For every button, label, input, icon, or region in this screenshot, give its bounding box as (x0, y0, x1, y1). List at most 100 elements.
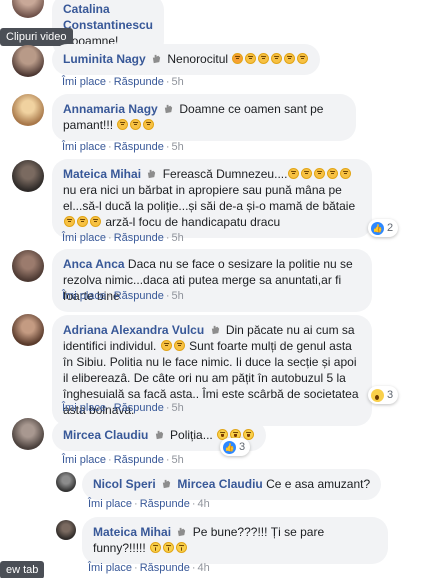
like-link[interactable]: Îmi place (62, 76, 106, 88)
reply-time[interactable]: 4h (198, 562, 210, 574)
reply-link[interactable]: Răspunde (140, 498, 190, 510)
reply-link[interactable]: Răspunde (114, 232, 164, 244)
reply-time[interactable]: 4h (198, 498, 210, 510)
astonished-face-icon (176, 542, 188, 553)
comment-actions: Îmi place · Răspunde · 5h (62, 76, 184, 88)
angry-face-icon (301, 168, 313, 179)
comment-bubble: Annamaria Nagy Doamne ce oamen sant pe p… (52, 94, 356, 141)
thumbs-up-icon: 👍 (371, 221, 384, 235)
reply-mention[interactable]: Mircea Claudiu (177, 477, 262, 491)
avatar[interactable] (12, 418, 44, 450)
comment-actions: Îmi place · Răspunde · 5h (62, 402, 184, 414)
comment-time[interactable]: 5h (172, 141, 184, 153)
separator: · (108, 454, 112, 466)
comment-author[interactable]: Adriana Alexandra Vulcu (63, 323, 204, 337)
comment-author[interactable]: Annamaria Nagy (63, 102, 158, 116)
angry-face-icon (245, 53, 257, 64)
comment-author[interactable]: Luminita Nagy (63, 52, 146, 66)
reply-link[interactable]: Răspunde (114, 76, 164, 88)
separator: · (191, 498, 196, 510)
reply-bubble: Nicol Speri Mircea Claudiu Ce e asa amuz… (82, 469, 382, 500)
like-link[interactable]: Îmi place (88, 562, 132, 574)
reply-actions: Îmi place · Răspunde · 4h (88, 498, 210, 510)
reaction-number: 3 (239, 441, 246, 453)
waving-hand-icon (164, 104, 173, 114)
reply-link[interactable]: Răspunde (114, 402, 164, 414)
angry-face-icon (90, 216, 101, 227)
angry-face-icon (340, 168, 352, 179)
like-link[interactable]: Îmi place (62, 454, 106, 466)
angry-face-icon (64, 216, 75, 227)
comment-text: Poliția... (170, 428, 213, 442)
reaction-number: 2 (387, 222, 394, 234)
comment-bubble: Mateica Mihai Ferească Dumnezeu.... nu e… (52, 159, 372, 238)
separator: · (165, 290, 170, 302)
separator: · (108, 141, 112, 153)
separator: · (165, 141, 170, 153)
angry-face-icon (327, 168, 339, 179)
comment-author[interactable]: Anca Anca (63, 257, 125, 271)
reply-bubble: Mateica Mihai Pe bune???!!! Ți se pare f… (82, 517, 388, 564)
reply-author[interactable]: Mateica Mihai (93, 525, 171, 539)
angry-face-icon (143, 119, 155, 130)
like-link[interactable]: Îmi place (62, 402, 106, 414)
comment-actions: Îmi place · Răspunde · 5h (62, 232, 184, 244)
like-link[interactable]: Îmi place (62, 232, 106, 244)
astonished-face-icon (163, 542, 175, 553)
reaction-count[interactable]: 👍 2 (368, 219, 399, 237)
reaction-count[interactable]: 3 (368, 386, 399, 404)
like-link[interactable]: Îmi place (62, 290, 106, 302)
avatar[interactable] (12, 45, 44, 77)
separator: · (165, 402, 170, 414)
like-link[interactable]: Îmi place (88, 498, 132, 510)
comment-author[interactable]: Mateica Mihai (63, 167, 141, 181)
reply-link[interactable]: Răspunde (114, 290, 164, 302)
comment-time[interactable]: 5h (172, 402, 184, 414)
angry-face-icon (297, 53, 309, 64)
astonished-face-icon (150, 542, 162, 553)
reply-link[interactable]: Răspunde (114, 141, 164, 153)
comment-bubble: Luminita Nagy Nenorocitul (52, 44, 321, 75)
sad-face-icon (173, 340, 185, 351)
avatar[interactable] (12, 250, 44, 282)
like-link[interactable]: Îmi place (62, 141, 106, 153)
avatar[interactable] (12, 314, 44, 346)
reply-author[interactable]: Nicol Speri (93, 477, 156, 491)
angry-face-icon (77, 216, 88, 227)
comment-author[interactable]: Mircea Claudiu (63, 428, 148, 442)
comment-text: Nenorocitul (167, 52, 229, 66)
clips-tooltip: Clipuri video (0, 28, 73, 46)
angry-face-icon (288, 168, 300, 179)
separator: · (108, 232, 112, 244)
waving-hand-icon (155, 430, 163, 440)
thumbs-up-icon: 👍 (223, 440, 236, 454)
separator: · (108, 76, 112, 88)
avatar[interactable] (12, 94, 44, 126)
comment-text: Ferească Dumnezeu.... (162, 167, 288, 181)
avatar[interactable] (12, 160, 44, 192)
comment-actions: Îmi place · Răspunde · 5h (62, 454, 184, 466)
reaction-count[interactable]: 👍 3 (220, 438, 251, 456)
angry-face-icon (130, 119, 142, 130)
avatar[interactable] (56, 520, 76, 540)
angry-face-icon (314, 168, 326, 179)
waving-hand-icon (148, 169, 156, 179)
angry-face-icon (232, 53, 244, 64)
new-tab-tooltip: ew tab (0, 561, 45, 578)
comment-author[interactable]: Catalina Constantinescu (63, 2, 153, 32)
comment-text: nu era nici un bărbat in apropiere sau p… (63, 183, 356, 213)
avatar[interactable] (12, 0, 44, 18)
comment-time[interactable]: 5h (172, 76, 184, 88)
comment-time[interactable]: 5h (172, 454, 184, 466)
reply-link[interactable]: Răspunde (140, 562, 190, 574)
angry-face-icon (284, 53, 296, 64)
reply-link[interactable]: Răspunde (114, 454, 164, 466)
comment-time[interactable]: 5h (172, 232, 184, 244)
waving-hand-icon (162, 479, 171, 489)
separator: · (165, 454, 170, 466)
angry-face-icon (258, 53, 270, 64)
waving-hand-icon (178, 527, 186, 537)
separator: · (108, 402, 112, 414)
avatar[interactable] (56, 472, 76, 492)
comment-time[interactable]: 5h (172, 290, 184, 302)
